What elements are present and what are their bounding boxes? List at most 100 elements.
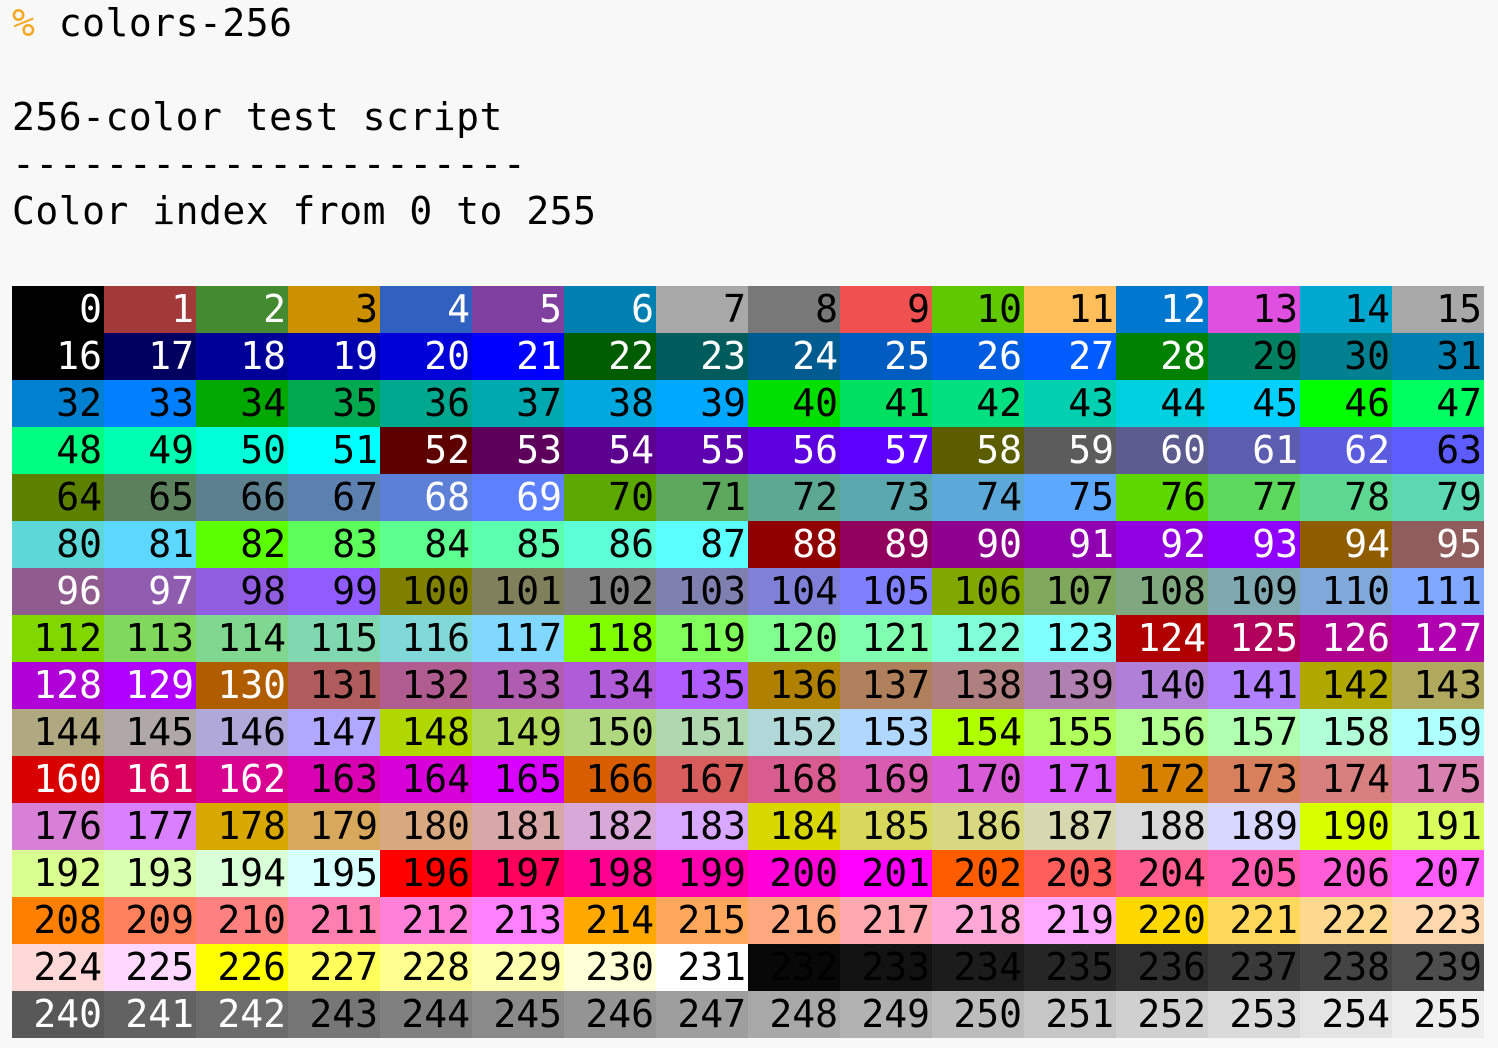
color-cell-31: 31 [1392,333,1484,380]
color-cell-129: 129 [104,662,196,709]
color-cell-102: 102 [564,568,656,615]
color-cell-86: 86 [564,521,656,568]
color-cell-110: 110 [1300,568,1392,615]
color-cell-226: 226 [196,944,288,991]
color-cell-13: 13 [1208,286,1300,333]
color-cell-211: 211 [288,897,380,944]
color-cell-130: 130 [196,662,288,709]
color-cell-126: 126 [1300,615,1392,662]
color-cell-197: 197 [472,850,564,897]
color-cell-229: 229 [472,944,564,991]
color-cell-252: 252 [1116,991,1208,1038]
color-cell-114: 114 [196,615,288,662]
color-cell-142: 142 [1300,662,1392,709]
color-cell-39: 39 [656,380,748,427]
color-cell-138: 138 [932,662,1024,709]
color-cell-160: 160 [12,756,104,803]
color-cell-245: 245 [472,991,564,1038]
color-cell-158: 158 [1300,709,1392,756]
color-cell-224: 224 [12,944,104,991]
color-cell-176: 176 [12,803,104,850]
color-cell-154: 154 [932,709,1024,756]
color-cell-235: 235 [1024,944,1116,991]
color-cell-201: 201 [840,850,932,897]
color-cell-116: 116 [380,615,472,662]
color-cell-60: 60 [1116,427,1208,474]
color-cell-153: 153 [840,709,932,756]
color-cell-146: 146 [196,709,288,756]
color-cell-6: 6 [564,286,656,333]
color-cell-233: 233 [840,944,932,991]
color-cell-88: 88 [748,521,840,568]
color-cell-38: 38 [564,380,656,427]
color-cell-61: 61 [1208,427,1300,474]
color-cell-37: 37 [472,380,564,427]
color-cell-215: 215 [656,897,748,944]
color-cell-84: 84 [380,521,472,568]
color-cell-3: 3 [288,286,380,333]
color-cell-163: 163 [288,756,380,803]
color-cell-254: 254 [1300,991,1392,1038]
color-cell-25: 25 [840,333,932,380]
color-cell-89: 89 [840,521,932,568]
color-cell-172: 172 [1116,756,1208,803]
terminal-output: % colors-256 256-color test script -----… [12,0,1492,235]
color-cell-159: 159 [1392,709,1484,756]
color-cell-204: 204 [1116,850,1208,897]
color-cell-5: 5 [472,286,564,333]
color-cell-49: 49 [104,427,196,474]
color-cell-56: 56 [748,427,840,474]
color-cell-238: 238 [1300,944,1392,991]
prompt-symbol: % [12,1,36,45]
color-cell-57: 57 [840,427,932,474]
color-cell-165: 165 [472,756,564,803]
color-cell-185: 185 [840,803,932,850]
color-cell-167: 167 [656,756,748,803]
color-cell-135: 135 [656,662,748,709]
color-cell-69: 69 [472,474,564,521]
color-cell-105: 105 [840,568,932,615]
color-cell-93: 93 [1208,521,1300,568]
color-cell-195: 195 [288,850,380,897]
color-cell-62: 62 [1300,427,1392,474]
color-cell-190: 190 [1300,803,1392,850]
color-cell-30: 30 [1300,333,1392,380]
color-cell-40: 40 [748,380,840,427]
color-cell-148: 148 [380,709,472,756]
color-cell-186: 186 [932,803,1024,850]
color-cell-45: 45 [1208,380,1300,427]
color-cell-202: 202 [932,850,1024,897]
color-cell-183: 183 [656,803,748,850]
color-cell-64: 64 [12,474,104,521]
color-cell-200: 200 [748,850,840,897]
color-cell-66: 66 [196,474,288,521]
color-cell-103: 103 [656,568,748,615]
color-cell-140: 140 [1116,662,1208,709]
color-cell-1: 1 [104,286,196,333]
color-cell-91: 91 [1024,521,1116,568]
color-cell-72: 72 [748,474,840,521]
color-cell-207: 207 [1392,850,1484,897]
color-cell-20: 20 [380,333,472,380]
color-cell-121: 121 [840,615,932,662]
color-cell-119: 119 [656,615,748,662]
color-cell-44: 44 [1116,380,1208,427]
color-cell-53: 53 [472,427,564,474]
color-cell-94: 94 [1300,521,1392,568]
color-cell-52: 52 [380,427,472,474]
color-cell-243: 243 [288,991,380,1038]
color-cell-76: 76 [1116,474,1208,521]
color-cell-51: 51 [288,427,380,474]
color-cell-71: 71 [656,474,748,521]
color-cell-205: 205 [1208,850,1300,897]
color-cell-125: 125 [1208,615,1300,662]
color-cell-34: 34 [196,380,288,427]
color-cell-54: 54 [564,427,656,474]
color-cell-74: 74 [932,474,1024,521]
color-cell-227: 227 [288,944,380,991]
color-cell-206: 206 [1300,850,1392,897]
color-cell-132: 132 [380,662,472,709]
color-cell-7: 7 [656,286,748,333]
color-cell-19: 19 [288,333,380,380]
color-cell-42: 42 [932,380,1024,427]
